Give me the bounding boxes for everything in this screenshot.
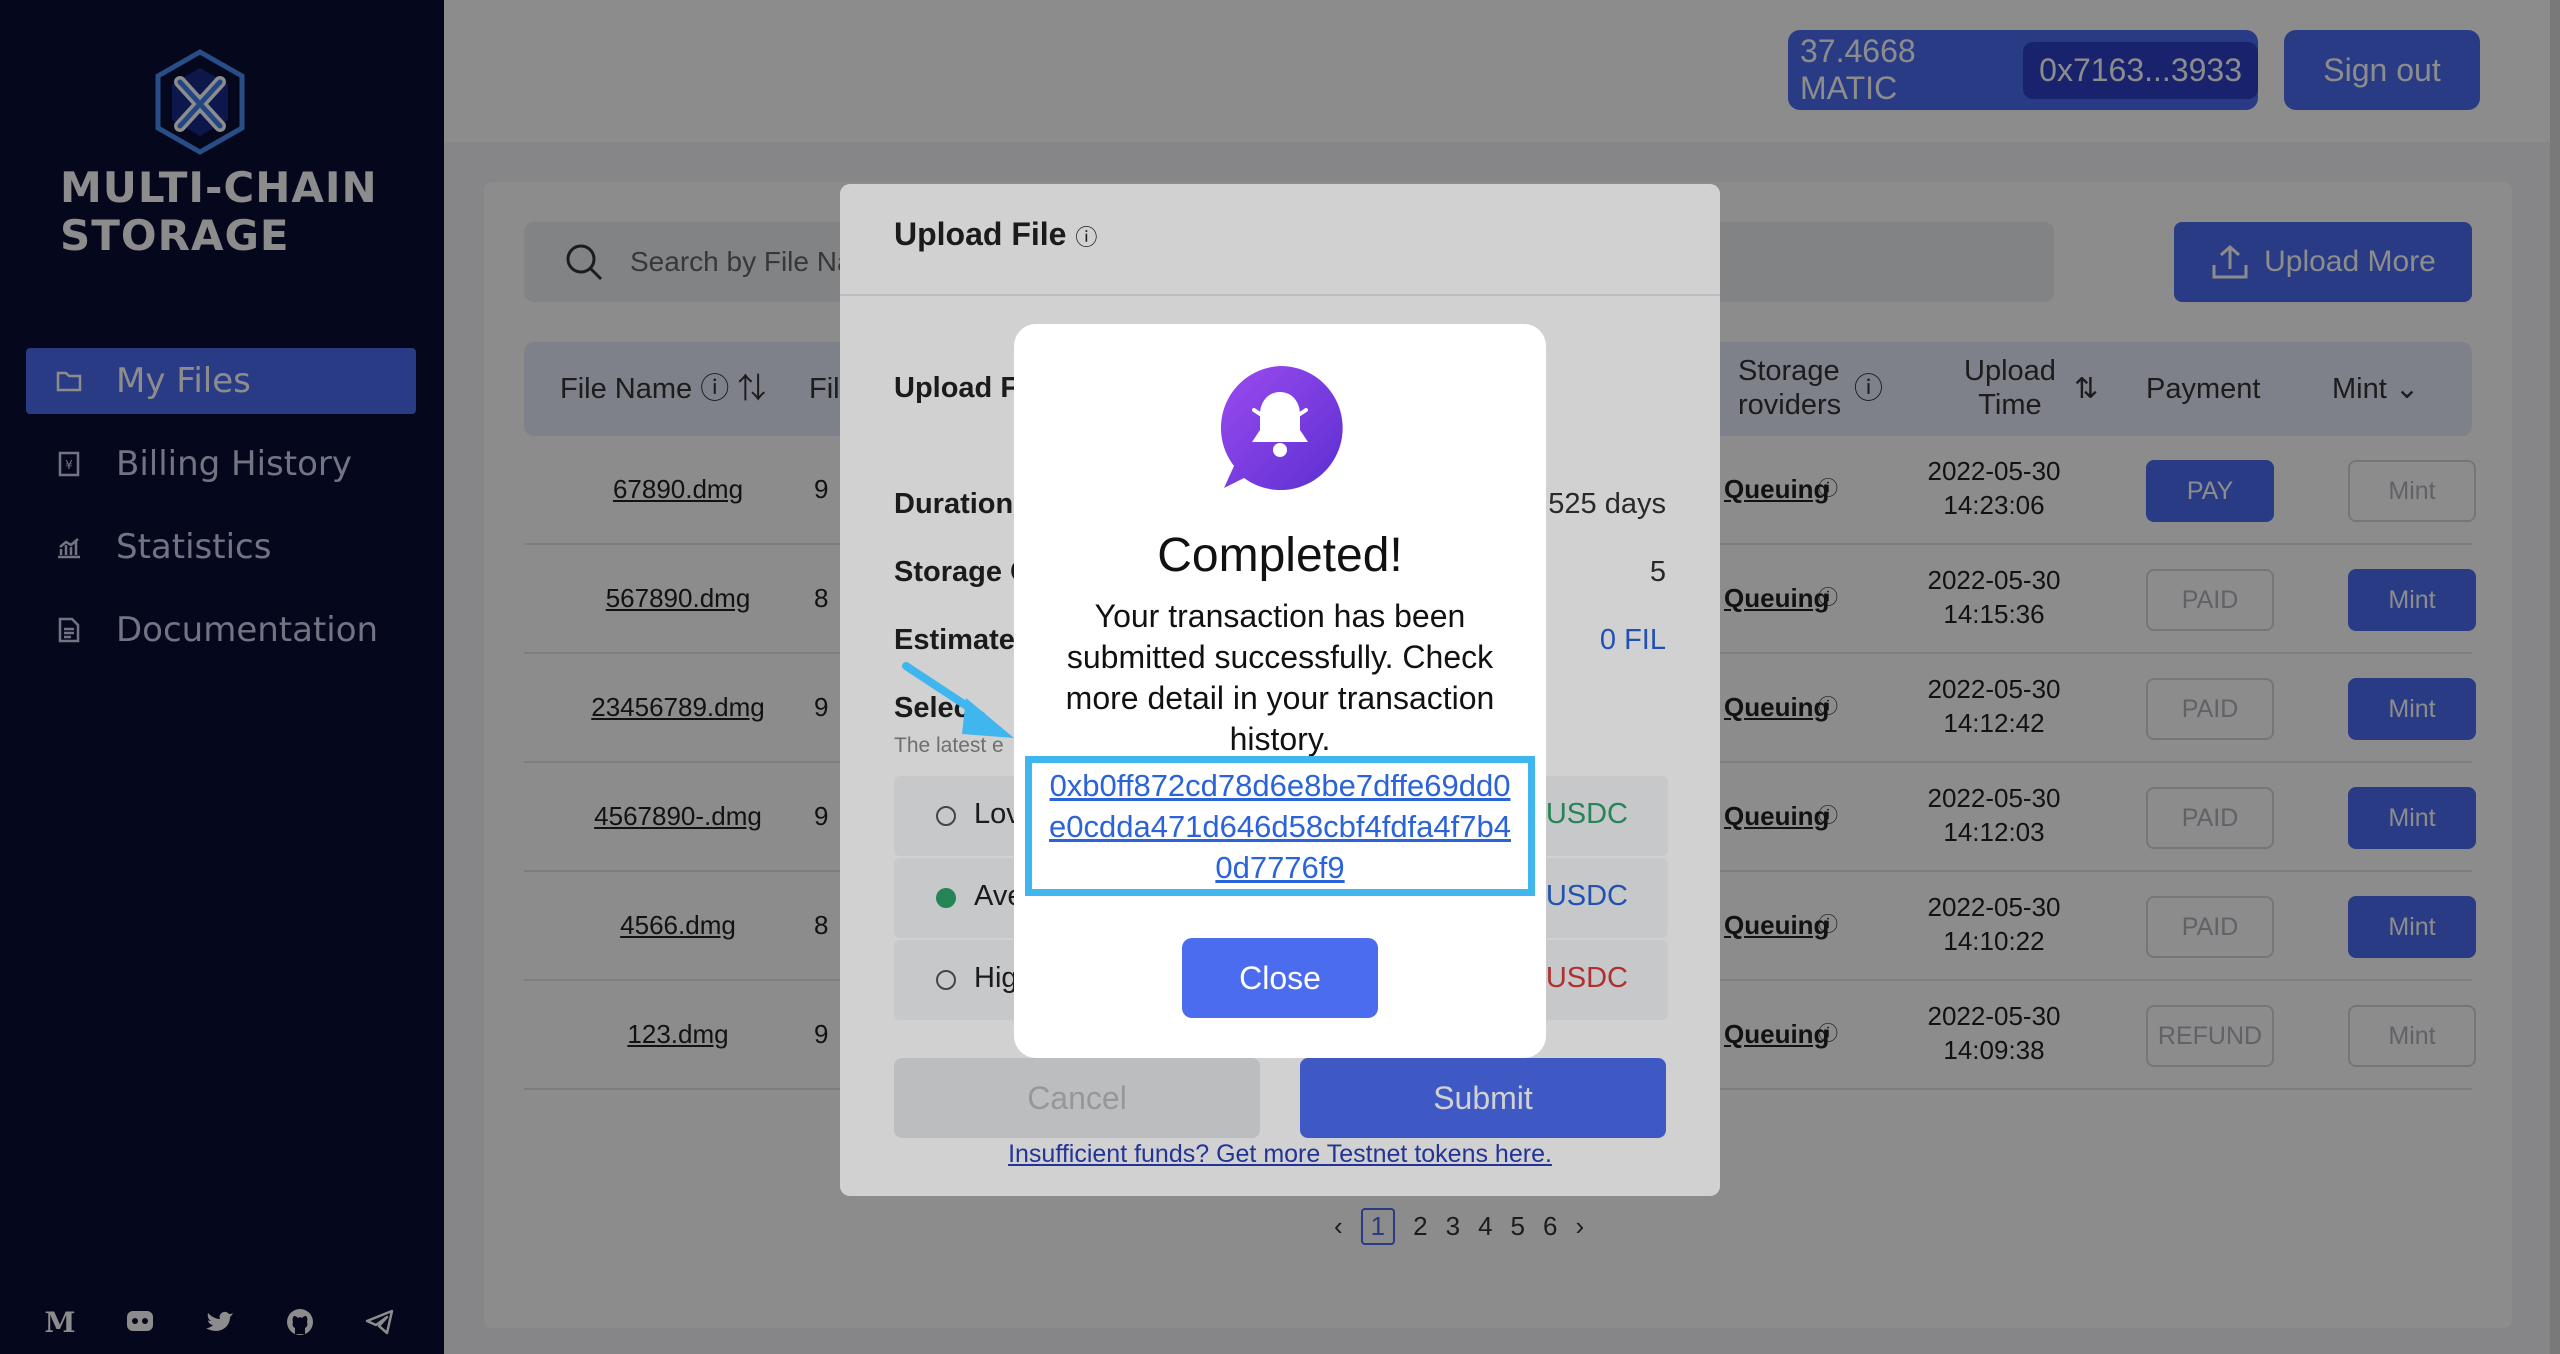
completed-modal: Completed! Your transaction has been sub… [1014,324,1546,1058]
transaction-hash-link[interactable]: 0xb0ff872cd78d6e8be7dffe69dd0e0cdda471d6… [1044,765,1516,888]
modal-message: Your transaction has been submitted succ… [1065,598,1495,757]
close-button[interactable]: Close [1182,938,1378,1018]
highlight-box: 0xb0ff872cd78d6e8be7dffe69dd0e0cdda471d6… [1025,756,1535,896]
modal-title: Completed! [1157,529,1403,582]
pointer-arrow-icon [902,662,1014,738]
bell-notification-icon [1220,365,1343,490]
